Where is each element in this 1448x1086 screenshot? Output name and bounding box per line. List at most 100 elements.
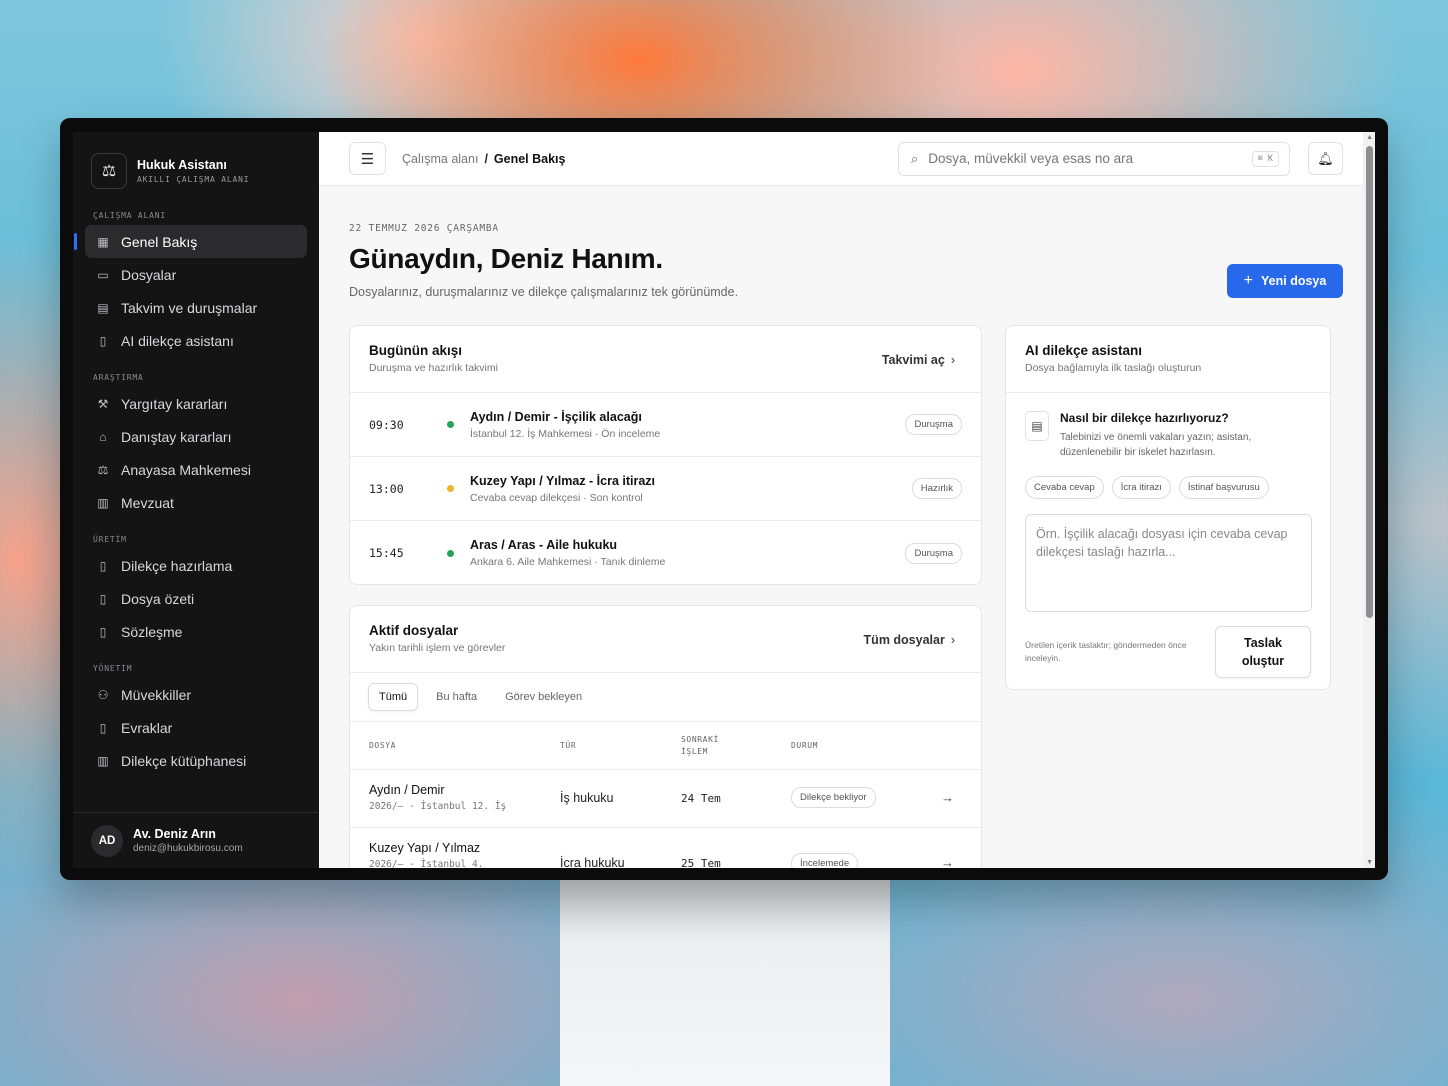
sidebar-item-files[interactable]: ▭ Dosyalar [85, 258, 307, 291]
hamburger-icon: ☰ [360, 150, 375, 168]
new-file-label: Yeni dosya [1261, 274, 1327, 288]
sidebar-item-label: Dilekçe hazırlama [121, 557, 233, 574]
sidebar-item-yargitay[interactable]: ⚒ Yargıtay kararları [85, 387, 307, 420]
notifications-button[interactable]: 🔔︎ [1308, 142, 1343, 175]
ai-description: Talebinizi ve önemli vakaları yazın; asi… [1060, 432, 1252, 458]
chip-reply[interactable]: Cevaba cevap [1025, 476, 1104, 499]
sidebar-item-label: Takvim ve duruşmalar [121, 299, 258, 316]
scales-logo-icon: ⚖ [91, 153, 127, 189]
column-type: TÜR [560, 741, 577, 750]
nav-section-workspace: ÇALIŞMA ALANI [93, 211, 167, 220]
ai-assistant-card: AI dilekçe asistanı Dosya bağlamıyla ilk… [1005, 325, 1331, 690]
nav-section-production: ÜRETİM [93, 535, 127, 544]
all-files-link[interactable]: Tüm dosyalar › [864, 633, 955, 647]
tab-pending-tasks[interactable]: Görev bekleyen [495, 684, 592, 710]
grid-icon: ▦ [97, 234, 109, 249]
status-badge: Hazırlık [911, 478, 962, 499]
flow-item[interactable]: 13:00 Kuzey Yapı / Yılmaz - İcra itirazı… [350, 457, 981, 521]
ai-assistant-subtitle: Dosya bağlamıyla ilk taslağı oluşturun [1025, 362, 1202, 374]
topbar: ☰ Çalışma alanı / Genel Bakış ⌕ ⌘ K 🔔︎ [319, 132, 1375, 186]
scales-icon: ⚖ [97, 462, 109, 477]
sidebar-item-constitutional-court[interactable]: ⚖ Anayasa Mahkemesi [85, 453, 307, 486]
arrow-right-icon[interactable]: → [941, 790, 954, 805]
flow-item[interactable]: 15:45 Aras / Aras - Aile hukuku Ankara 6… [350, 521, 981, 584]
gavel-icon: ⚒ [97, 396, 109, 411]
petition-prompt-input[interactable] [1025, 514, 1312, 612]
shortcut-hint: ⌘ K [1251, 150, 1279, 167]
flow-meta: Ankara 6. Aile Mahkemesi · Tanık dinleme [470, 556, 666, 568]
table-row[interactable]: Kuzey Yapı / Yılmaz 2026/— - İstanbul 4.… [350, 828, 981, 868]
sidebar-item-overview[interactable]: ▦ Genel Bakış [74, 225, 307, 258]
today-flow-title: Bugünün akışı [369, 343, 463, 358]
calendar-icon: ▤ [97, 300, 109, 315]
flow-title: Kuzey Yapı / Yılmaz - İcra itirazı [470, 473, 656, 488]
flow-meta: İstanbul 12. İş Mahkemesi · Ön inceleme [470, 427, 661, 440]
vertical-scrollbar[interactable]: ▲ ▼ [1363, 132, 1375, 868]
scroll-thumb[interactable] [1366, 146, 1373, 618]
open-calendar-link[interactable]: Takvimi aç › [882, 353, 955, 367]
sidebar-item-label: Danıştay kararları [121, 428, 232, 445]
column-status: DURUM [791, 741, 819, 750]
search-icon: ⌕ [911, 150, 919, 166]
flow-meta: Cevaba cevap dilekçesi · Son kontrol [470, 491, 643, 504]
nav-section-management: YÖNETİM [93, 664, 133, 673]
sidebar-item-ai-petition[interactable]: ▯ AI dilekçe asistanı [85, 324, 307, 357]
chip-enforcement-objection[interactable]: İcra itirazı [1111, 476, 1171, 499]
file-edit-icon: ▯ [99, 558, 107, 573]
sidebar-item-file-summary[interactable]: ▯ Dosya özeti [85, 582, 307, 615]
book-icon: ▥ [97, 495, 109, 510]
user-profile[interactable]: AD Av. Deniz Arın deniz@hukukbirosu.com [73, 812, 319, 868]
sidebar-item-petition-drafting[interactable]: ▯ Dilekçe hazırlama [85, 549, 307, 582]
sidebar-item-label: Evraklar [121, 719, 173, 736]
sidebar-item-danistay[interactable]: ⌂ Danıştay kararları [85, 420, 307, 453]
sidebar-item-calendar[interactable]: ▤ Takvim ve duruşmalar [85, 291, 307, 324]
monitor-stand [560, 876, 890, 1086]
landmark-icon: ⌂ [99, 429, 107, 444]
today-flow-subtitle: Duruşma ve hazırlık takvimi [369, 362, 498, 374]
breadcrumb-parent[interactable]: Çalışma alanı [402, 152, 478, 166]
new-file-button[interactable]: + Yeni dosya [1227, 264, 1343, 298]
current-date: 22 TEMMUZ 2026 ÇARŞAMBA [349, 223, 499, 234]
file-filter-tabs: Tümü Bu hafta Görev bekleyen [350, 673, 981, 722]
scroll-down-icon[interactable]: ▼ [1366, 859, 1373, 866]
create-draft-button[interactable]: Taslak oluştur [1215, 626, 1311, 678]
scroll-up-icon[interactable]: ▲ [1366, 134, 1373, 141]
open-calendar-label: Takvimi aç [881, 353, 945, 367]
arrow-right-icon[interactable]: → [941, 855, 954, 868]
status-badge: İncelemede [791, 853, 859, 868]
tab-this-week[interactable]: Bu hafta [426, 684, 487, 710]
table-row[interactable]: Aydın / Demir 2026/— - İstanbul 12. İş İ… [350, 770, 981, 828]
flow-time: 13:00 [369, 481, 404, 496]
column-next-line1: SONRAKİ [681, 735, 719, 744]
user-email: deniz@hukukbirosu.com [133, 843, 243, 854]
template-chips: Cevaba cevap İcra itirazı İstinaf başvur… [1025, 476, 1311, 499]
contract-icon: ▯ [99, 624, 107, 639]
sidebar-item-label: Müvekkiller [121, 686, 192, 703]
create-draft-label-line2: oluştur [1241, 654, 1285, 668]
sidebar-item-legislation[interactable]: ▥ Mevzuat [85, 486, 307, 519]
file-ref: 2026/— - İstanbul 4. [369, 859, 484, 868]
menu-button[interactable]: ☰ [349, 142, 386, 175]
sidebar-item-contract[interactable]: ▯ Sözleşme [85, 615, 307, 648]
status-badge: Duruşma [905, 414, 962, 435]
file-ref: 2026/— - İstanbul 12. İş [369, 801, 507, 812]
tab-all[interactable]: Tümü [368, 683, 419, 711]
sidebar-item-clients[interactable]: ⚇ Müvekkiller [85, 678, 307, 711]
next-action-date: 25 Tem [681, 857, 721, 868]
column-next-action: SONRAKİ İŞLEM [681, 734, 719, 758]
flow-item[interactable]: 09:30 Aydın / Demir - İşçilik alacağı İs… [350, 393, 981, 457]
active-files-card: Aktif dosyalar Yakın tarihli işlem ve gö… [349, 605, 982, 868]
page-subtitle: Dosyalarınız, duruşmalarınız ve dilekçe … [349, 285, 739, 299]
sidebar-item-documents[interactable]: ▯ Evraklar [85, 711, 307, 744]
sidebar-item-label: Sözleşme [121, 623, 183, 640]
column-next-line2: İŞLEM [681, 747, 709, 756]
sidebar-item-petition-library[interactable]: ▥ Dilekçe kütüphanesi [85, 744, 307, 777]
search-box[interactable]: ⌕ ⌘ K [898, 141, 1290, 176]
page-title: Günaydın, Deniz Hanım. [349, 243, 663, 274]
app-name: Hukuk Asistanı [137, 158, 227, 172]
status-badge: Duruşma [905, 542, 962, 564]
search-input[interactable] [928, 151, 1252, 166]
sidebar-item-label: Dosyalar [121, 266, 177, 283]
sidebar-item-label: Dosya özeti [121, 590, 195, 607]
chip-appeal[interactable]: İstinaf başvurusu [1178, 476, 1269, 499]
